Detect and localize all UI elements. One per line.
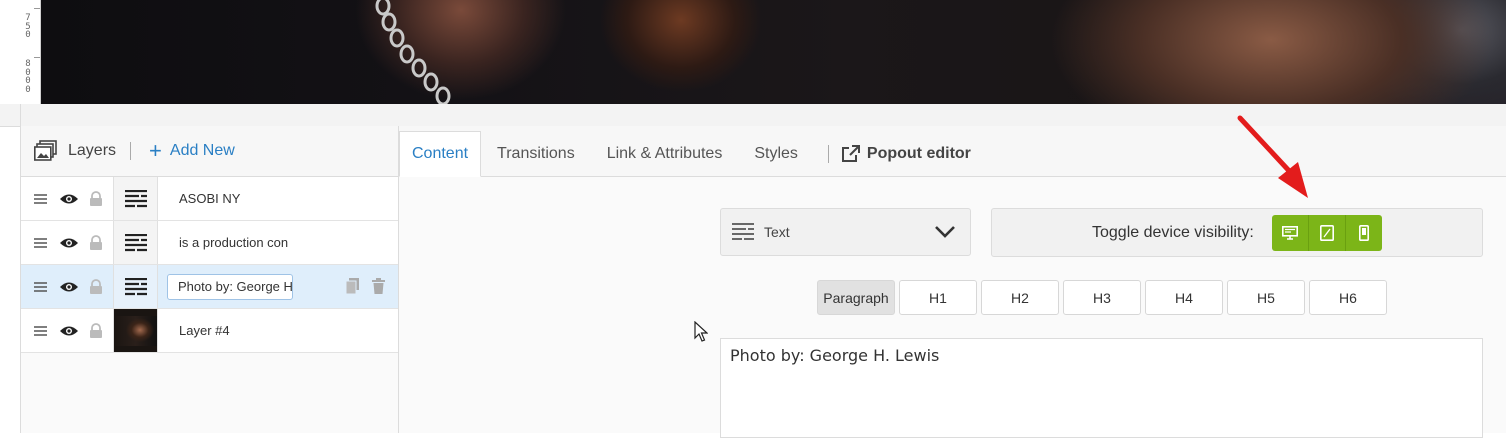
layer-name[interactable]: is a production con [179, 235, 301, 250]
mouse-cursor-icon [694, 321, 708, 342]
image-layer-thumbnail [113, 309, 158, 352]
layer-row-selected[interactable]: Photo by: George H [21, 265, 398, 309]
h4-button[interactable]: H4 [1145, 280, 1223, 315]
popout-editor-button[interactable]: Popout editor [833, 131, 979, 176]
slide-image-preview [41, 0, 1506, 104]
eye-icon[interactable] [59, 325, 79, 337]
tab-link-attributes[interactable]: Link & Attributes [591, 131, 739, 176]
delete-icon[interactable] [372, 278, 385, 294]
lock-icon[interactable] [89, 322, 103, 339]
tab-transitions[interactable]: Transitions [481, 131, 591, 176]
desktop-visibility-toggle[interactable] [1272, 215, 1309, 251]
popout-editor-label: Popout editor [866, 144, 971, 162]
layer-type-select[interactable]: Text [720, 208, 971, 256]
tab-content[interactable]: Content [399, 131, 482, 177]
h2-button[interactable]: H2 [981, 280, 1059, 315]
layers-header: Layers + Add New [21, 126, 398, 177]
layer-row[interactable]: is a production con [21, 221, 398, 265]
tablet-icon [1320, 225, 1334, 241]
external-link-icon [841, 144, 860, 162]
desktop-icon [1282, 226, 1298, 240]
duplicate-icon[interactable] [346, 278, 359, 294]
lock-icon[interactable] [89, 278, 103, 295]
vertical-ruler: 750 8000 [0, 0, 41, 104]
layer-row[interactable]: ASOBI NY [21, 177, 398, 221]
lock-icon[interactable] [89, 190, 103, 207]
layers-title: Layers [68, 142, 117, 159]
drag-handle-icon[interactable] [34, 237, 47, 248]
h1-button[interactable]: H1 [899, 280, 977, 315]
text-layer-icon [113, 265, 158, 308]
eye-icon[interactable] [59, 237, 79, 249]
add-new-layer-button[interactable]: Add New [170, 142, 235, 160]
ruler-ticks-a: 750 [25, 13, 31, 40]
mobile-icon [1359, 225, 1369, 241]
layer-editor: Content Transitions Link & Attributes St… [399, 126, 1506, 438]
tablet-visibility-toggle[interactable] [1309, 215, 1346, 251]
annotation-arrow-icon [1237, 115, 1308, 198]
layer-row[interactable]: Layer #4 [21, 309, 398, 353]
heading-level-selector: Paragraph H1 H2 H3 H4 H5 H6 [817, 280, 1387, 315]
drag-handle-icon[interactable] [34, 193, 47, 204]
layer-type-value: Text [764, 224, 790, 240]
h3-button[interactable]: H3 [1063, 280, 1141, 315]
text-layer-icon [113, 221, 158, 264]
add-icon[interactable]: + [149, 140, 162, 162]
paragraph-button[interactable]: Paragraph [817, 280, 895, 315]
drag-handle-icon[interactable] [34, 281, 47, 292]
text-layer-icon [113, 177, 158, 220]
tab-styles[interactable]: Styles [738, 131, 814, 176]
text-icon [732, 223, 754, 240]
layer-name[interactable]: ASOBI NY [179, 191, 301, 206]
layer-text-editor[interactable]: Photo by: George H. Lewis [720, 338, 1483, 438]
chain-necklace-graphic [375, 0, 451, 104]
drag-handle-icon[interactable] [34, 325, 47, 336]
mobile-visibility-toggle[interactable] [1346, 215, 1382, 251]
h5-button[interactable]: H5 [1227, 280, 1305, 315]
eye-icon[interactable] [59, 193, 79, 205]
layer-name[interactable]: Layer #4 [179, 323, 301, 338]
ruler-ticks-b: 8000 [25, 59, 31, 95]
layer-name-input[interactable]: Photo by: George H [167, 273, 293, 300]
device-visibility-label: Toggle device visibility: [1092, 224, 1254, 241]
lock-icon[interactable] [89, 234, 103, 251]
layers-panel: Layers + Add New ASOBI NY is a productio… [21, 126, 399, 433]
editor-tabs: Content Transitions Link & Attributes St… [399, 126, 1506, 177]
layers-icon [34, 140, 57, 161]
eye-icon[interactable] [59, 281, 79, 293]
device-visibility-panel: Toggle device visibility: [991, 208, 1483, 257]
chevron-down-icon [935, 226, 955, 238]
h6-button[interactable]: H6 [1309, 280, 1387, 315]
